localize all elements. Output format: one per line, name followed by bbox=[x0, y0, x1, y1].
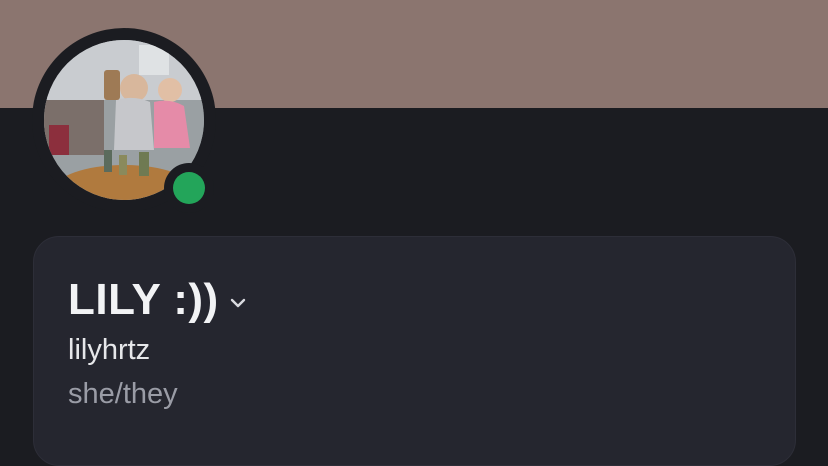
name-row[interactable]: LILY :)) bbox=[68, 275, 249, 325]
pronouns: she/they bbox=[68, 378, 178, 410]
online-status-icon bbox=[173, 172, 205, 204]
display-name: LILY :)) bbox=[68, 275, 219, 324]
chevron-down-icon[interactable] bbox=[227, 292, 249, 314]
profile-card: LILY :)) lilyhrtz she/they bbox=[33, 236, 796, 466]
username: lilyhrtz bbox=[68, 334, 151, 366]
